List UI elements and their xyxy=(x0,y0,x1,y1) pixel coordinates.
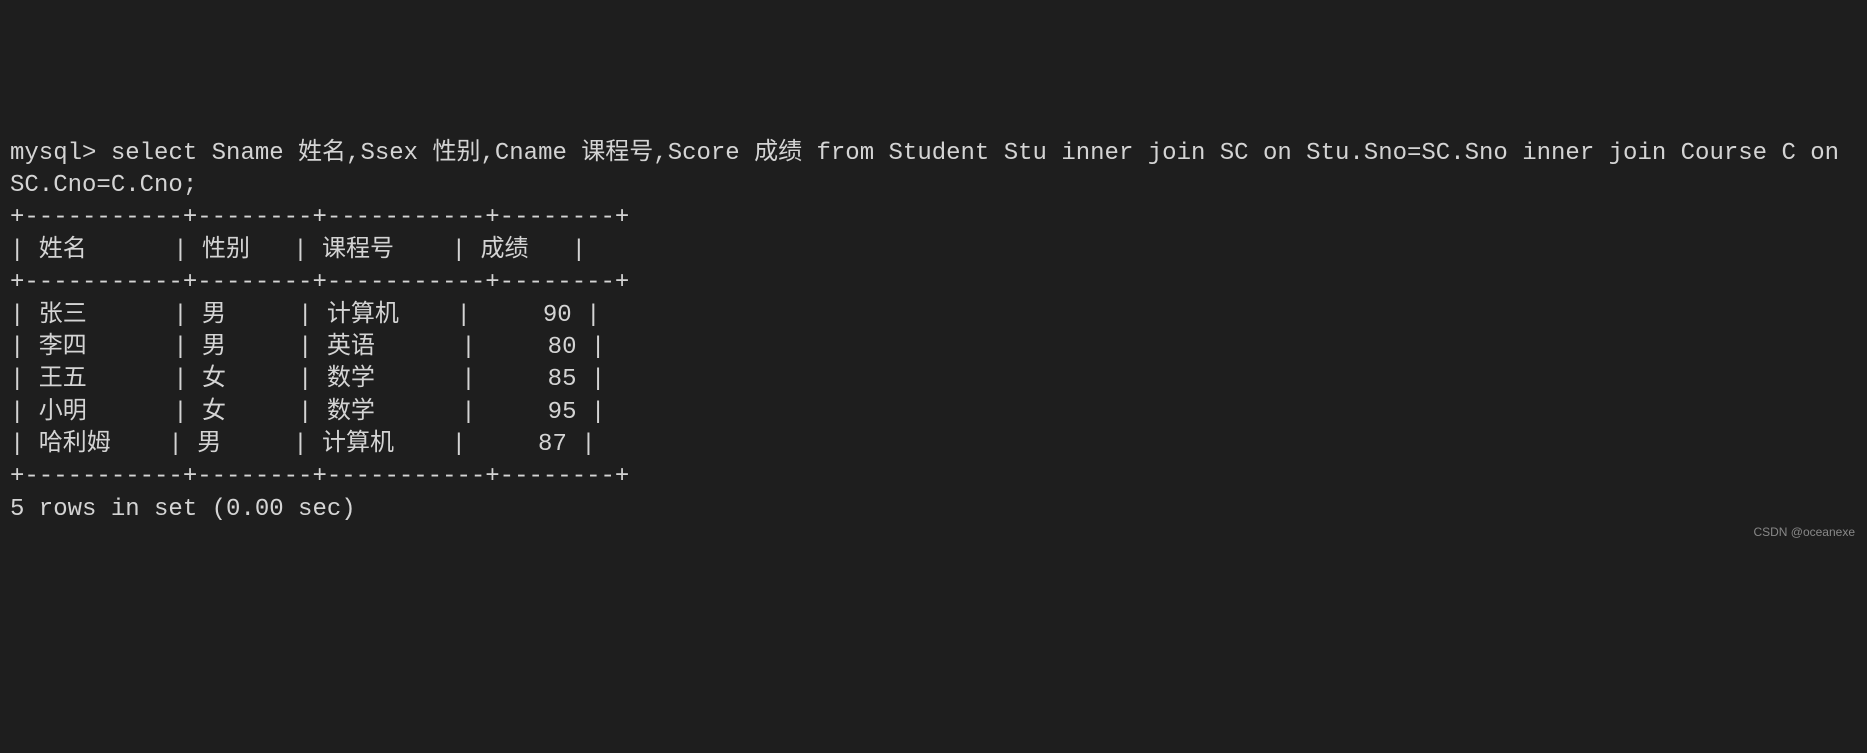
table-row: | 小明 | 女 | 数学 | 95 | xyxy=(10,399,605,426)
table-row: | 哈利姆 | 男 | 计算机 | 87 | xyxy=(10,431,596,458)
table-row: | 王五 | 女 | 数学 | 85 | xyxy=(10,366,605,393)
sql-query: select Sname 姓名,Ssex 性别,Cname 课程号,Score … xyxy=(10,140,1853,199)
table-header-row: | 姓名 | 性别 | 课程号 | 成绩 | xyxy=(10,237,586,264)
table-border-mid: +-----------+--------+-----------+------… xyxy=(10,269,629,296)
result-status: 5 rows in set (0.00 sec) xyxy=(10,496,356,523)
table-border-top: +-----------+--------+-----------+------… xyxy=(10,204,629,231)
watermark: CSDN @oceanexe xyxy=(1753,524,1855,540)
table-row: | 李四 | 男 | 英语 | 80 | xyxy=(10,334,605,361)
table-row: | 张三 | 男 | 计算机 | 90 | xyxy=(10,302,600,329)
mysql-prompt: mysql> xyxy=(10,140,96,167)
table-border-bot: +-----------+--------+-----------+------… xyxy=(10,463,629,490)
terminal-output: mysql> select Sname 姓名,Ssex 性别,Cname 课程号… xyxy=(10,138,1857,527)
